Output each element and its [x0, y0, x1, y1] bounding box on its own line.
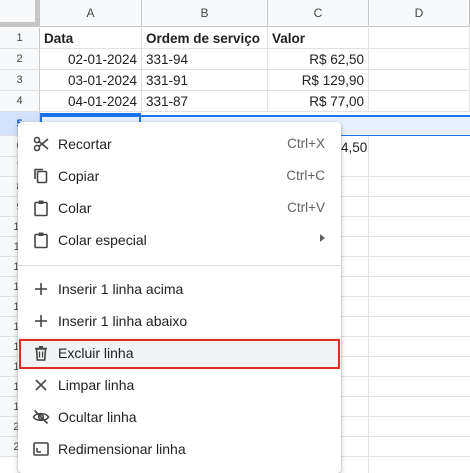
row-header[interactable]: 3	[0, 70, 40, 91]
menu-item-label: Redimensionar linha	[58, 441, 186, 457]
cell-d4[interactable]	[369, 91, 470, 112]
plus-icon	[32, 312, 50, 330]
cell-c3[interactable]: R$ 129,90	[268, 70, 369, 91]
menu-divider	[18, 265, 341, 266]
eye-off-icon	[32, 408, 50, 426]
menu-item-label: Colar	[58, 200, 92, 216]
cell-c2[interactable]: R$ 62,50	[268, 49, 369, 70]
cell-a1[interactable]: Data	[40, 28, 142, 49]
cell-c4[interactable]: R$ 77,00	[268, 91, 369, 112]
freeze-row-handle[interactable]	[0, 22, 40, 26]
cell-b1[interactable]: Ordem de serviço	[142, 28, 268, 49]
menu-item-label: Recortar	[58, 136, 112, 152]
context-menu: Recortar Ctrl+X Copiar Ctrl+C Colar Ctrl…	[18, 122, 341, 473]
menu-item-copy[interactable]: Copiar Ctrl+C	[18, 160, 341, 192]
grid-lines	[341, 157, 470, 457]
copy-icon	[32, 167, 50, 185]
row-header[interactable]: 2	[0, 49, 40, 70]
menu-item-label: Ocultar linha	[58, 409, 137, 425]
column-header-d[interactable]: D	[369, 0, 470, 27]
menu-item-label: Inserir 1 linha abaixo	[58, 313, 188, 329]
column-header-c[interactable]: C	[268, 0, 369, 27]
cell-a3[interactable]: 03-01-2024	[40, 70, 142, 91]
row-header[interactable]: 1	[0, 28, 40, 49]
clipboard-icon	[32, 231, 50, 249]
menu-item-paste-special[interactable]: Colar especial	[18, 224, 341, 256]
annotation-highlight-box	[19, 339, 340, 369]
cell-b3[interactable]: 331-91	[142, 70, 268, 91]
shortcut-label: Ctrl+C	[286, 168, 325, 183]
menu-item-paste[interactable]: Colar Ctrl+V	[18, 192, 341, 224]
shortcut-label: Ctrl+X	[287, 136, 325, 151]
resize-icon	[32, 440, 50, 458]
submenu-arrow-icon	[320, 234, 325, 242]
menu-item-label: Inserir 1 linha acima	[58, 281, 184, 297]
menu-item-label: Copiar	[58, 168, 100, 184]
cell-b2[interactable]: 331-94	[142, 49, 268, 70]
cell-b4[interactable]: 331-87	[142, 91, 268, 112]
cell-a4[interactable]: 04-01-2024	[40, 91, 142, 112]
menu-item-insert-row-below[interactable]: Inserir 1 linha abaixo	[18, 305, 341, 337]
cell-a2[interactable]: 02-01-2024	[40, 49, 142, 70]
plus-icon	[32, 280, 50, 298]
spreadsheet-grid: A B C D 1 2 3 4 5 6 7 8 9 10 11 12 13 14…	[0, 0, 470, 473]
row-header[interactable]: 4	[0, 91, 40, 112]
menu-item-resize-row[interactable]: Redimensionar linha	[18, 433, 341, 465]
menu-item-cut[interactable]: Recortar Ctrl+X	[18, 128, 341, 160]
column-header-b[interactable]: B	[142, 0, 268, 27]
menu-item-hide-row[interactable]: Ocultar linha	[18, 401, 341, 433]
clipboard-icon	[32, 199, 50, 217]
cell-c1[interactable]: Valor	[268, 28, 369, 49]
cell-d2[interactable]	[369, 49, 470, 70]
scissors-icon	[32, 135, 50, 153]
menu-item-insert-row-above[interactable]: Inserir 1 linha acima	[18, 273, 341, 305]
menu-item-label: Limpar linha	[58, 377, 135, 393]
cell-c6-partial: 4,50	[341, 140, 368, 155]
menu-item-label: Colar especial	[58, 232, 147, 248]
menu-item-clear-row[interactable]: Limpar linha	[18, 369, 341, 401]
shortcut-label: Ctrl+V	[287, 200, 325, 215]
cell-d3[interactable]	[369, 70, 470, 91]
close-icon	[32, 376, 50, 394]
column-header-a[interactable]: A	[40, 0, 142, 27]
cell-d1[interactable]	[369, 28, 470, 49]
select-all-corner[interactable]	[0, 0, 40, 27]
